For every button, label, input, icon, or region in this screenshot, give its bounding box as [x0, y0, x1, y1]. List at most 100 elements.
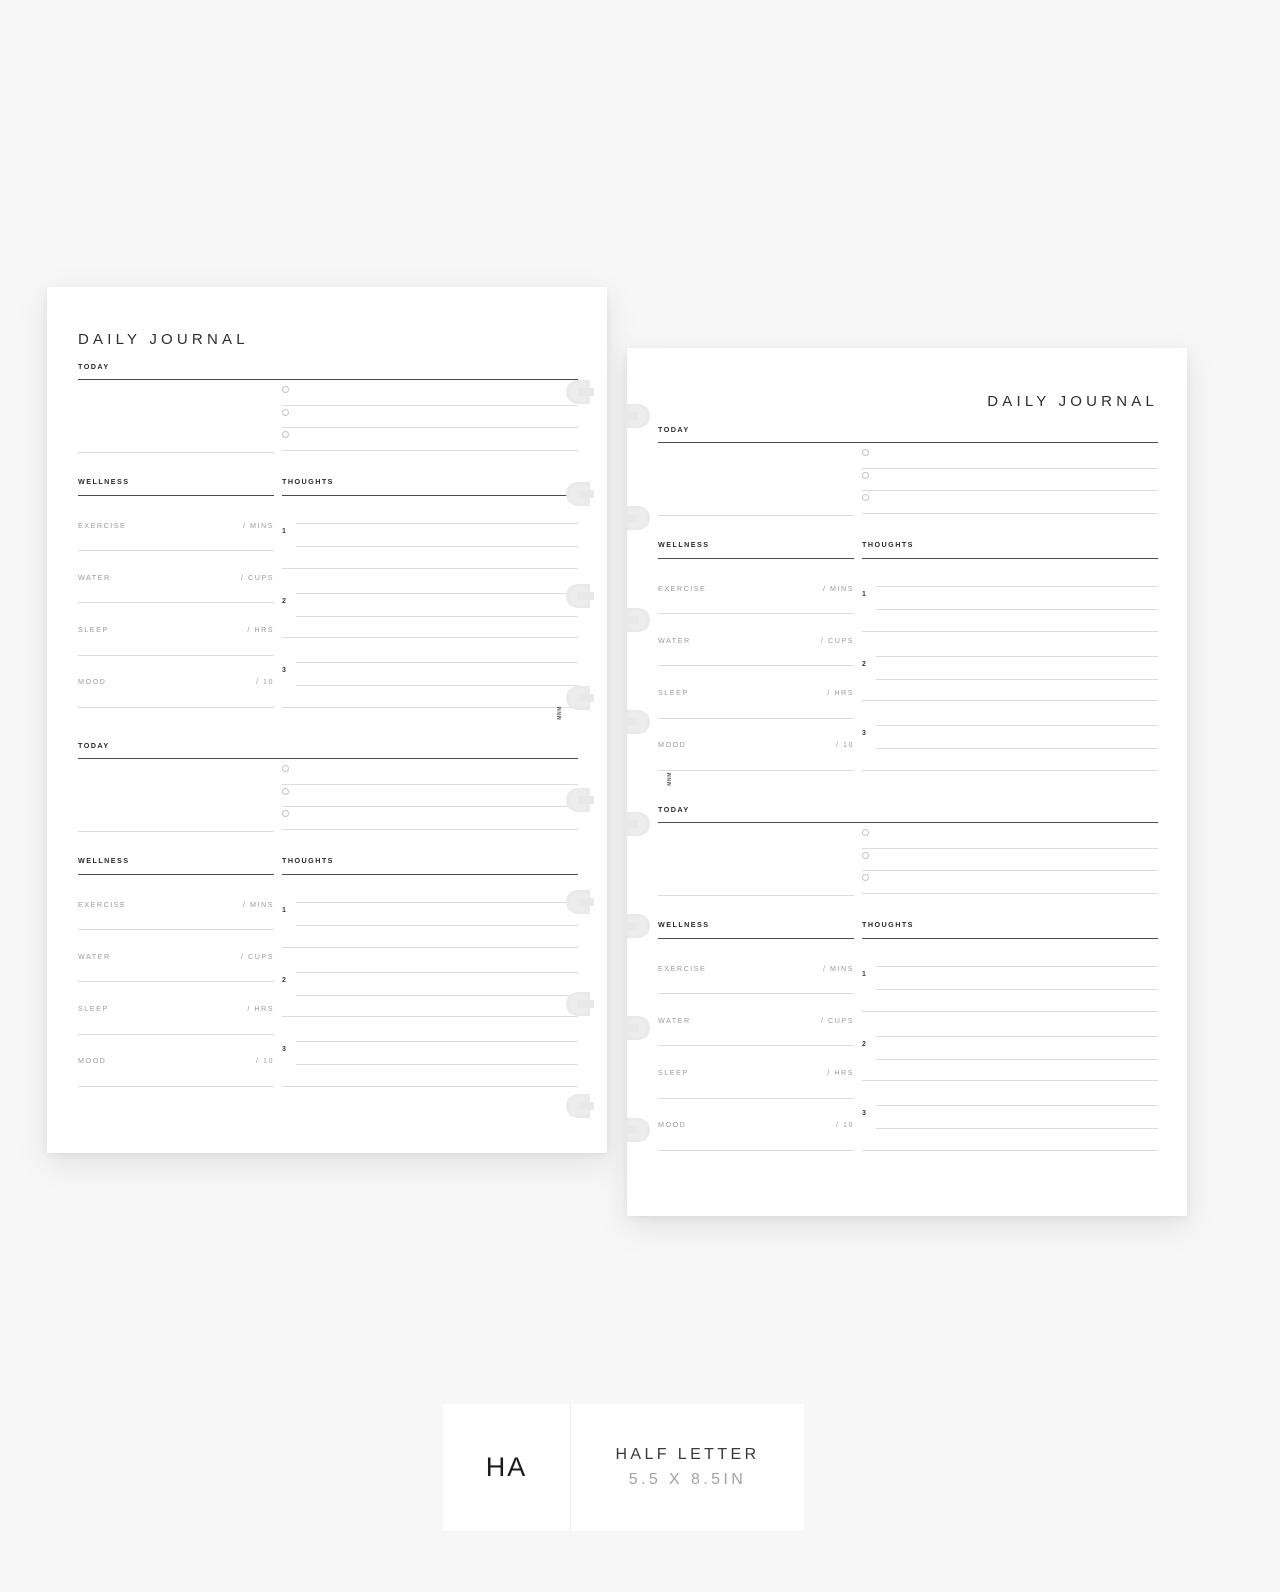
todo-list — [282, 762, 578, 832]
today-header: TODAY — [78, 742, 578, 762]
page-right: DAILY JOURNAL TODAY WELLNESS EXERCISE / … — [627, 348, 1187, 1216]
todo-item[interactable] — [282, 762, 578, 785]
metric-name: SLEEP — [78, 624, 109, 634]
thoughts-column: THOUGHTS 1 2 3 — [282, 478, 578, 708]
metric-underline — [78, 1085, 274, 1087]
todo-list — [282, 383, 578, 453]
thoughts-divider — [282, 874, 578, 875]
thought-writing-line — [296, 1064, 578, 1066]
wellness-column: WELLNESS EXERCISE / MINS WATER / CUPS SL… — [78, 857, 274, 1087]
metric-underline — [658, 1149, 854, 1151]
thoughts-divider — [862, 938, 1158, 939]
metric-name: WATER — [658, 1015, 691, 1025]
todo-item[interactable] — [862, 446, 1158, 469]
todo-item[interactable] — [282, 406, 578, 428]
metric-row-exercise[interactable]: EXERCISE / MINS — [658, 942, 854, 995]
checkbox-circle-icon[interactable] — [282, 810, 289, 817]
thought-entry[interactable]: 2 — [282, 569, 578, 639]
metric-row-water[interactable]: WATER / CUPS — [658, 994, 854, 1047]
day-block-1: TODAY WELLNESS EXERCISE / MINS WATER / C… — [78, 363, 578, 708]
metric-row-mood[interactable]: MOOD / 10 — [78, 1035, 274, 1087]
thought-number: 2 — [862, 1040, 866, 1048]
today-notes-field[interactable] — [78, 762, 274, 832]
thought-writing-line — [876, 1105, 1158, 1107]
metric-row-mood[interactable]: MOOD / 10 — [658, 719, 854, 771]
wellness-label: WELLNESS — [658, 920, 710, 929]
metric-name: MOOD — [78, 1056, 107, 1066]
metric-unit: / 10 — [256, 1056, 274, 1066]
metric-row-exercise[interactable]: EXERCISE / MINS — [78, 878, 274, 931]
metric-row-sleep[interactable]: SLEEP / HRS — [658, 1046, 854, 1099]
checkbox-circle-icon[interactable] — [862, 829, 869, 836]
metric-row-mood[interactable]: MOOD / 10 — [658, 1099, 854, 1151]
todo-item[interactable] — [862, 491, 1158, 514]
brand-mark-left: MNM — [557, 706, 563, 720]
today-notes-underline — [658, 515, 854, 516]
binding-disc — [566, 686, 596, 710]
today-divider — [78, 379, 578, 380]
today-notes-field[interactable] — [658, 826, 854, 896]
checkbox-circle-icon[interactable] — [282, 408, 289, 416]
checkbox-circle-icon[interactable] — [282, 765, 289, 772]
thought-entry[interactable]: 1 — [862, 562, 1158, 632]
todo-item[interactable] — [862, 469, 1158, 491]
todo-item[interactable] — [282, 383, 578, 406]
todo-item[interactable] — [282, 428, 578, 451]
day-block-2: TODAY WELLNESS EXERCISE / MINS WATER / C… — [658, 806, 1158, 1151]
metric-row-sleep[interactable]: SLEEP / HRS — [78, 982, 274, 1035]
today-label: TODAY — [78, 362, 110, 371]
metric-row-water[interactable]: WATER / CUPS — [658, 614, 854, 667]
metric-row-exercise[interactable]: EXERCISE / MINS — [658, 562, 854, 615]
checkbox-circle-icon[interactable] — [862, 851, 869, 859]
todo-item[interactable] — [282, 785, 578, 807]
todo-underline — [862, 512, 1158, 514]
thought-entry[interactable]: 1 — [862, 942, 1158, 1012]
metric-row-exercise[interactable]: EXERCISE / MINS — [78, 499, 274, 552]
metric-row-sleep[interactable]: SLEEP / HRS — [78, 603, 274, 656]
thought-entry[interactable]: 3 — [282, 1017, 578, 1087]
todo-item[interactable] — [862, 871, 1158, 894]
metric-row-water[interactable]: WATER / CUPS — [78, 930, 274, 983]
brand-logo-badge: HA — [443, 1404, 570, 1531]
thought-writing-line — [876, 966, 1158, 967]
binding-disc — [566, 992, 596, 1016]
metric-row-sleep[interactable]: SLEEP / HRS — [658, 666, 854, 719]
today-header: TODAY — [78, 363, 578, 383]
checkbox-circle-icon[interactable] — [282, 386, 289, 393]
thought-entry[interactable]: 3 — [282, 638, 578, 708]
wellness-divider — [78, 874, 274, 875]
checkbox-circle-icon[interactable] — [282, 787, 289, 795]
thought-entry[interactable]: 2 — [282, 948, 578, 1018]
today-divider — [78, 758, 578, 759]
binding-disc — [620, 812, 650, 836]
thought-entry[interactable]: 1 — [282, 499, 578, 569]
thought-writing-line — [296, 546, 578, 547]
thoughts-column: THOUGHTS 1 2 3 — [862, 541, 1158, 771]
today-notes-field[interactable] — [658, 446, 854, 516]
thoughts-column: THOUGHTS 1 2 3 — [862, 921, 1158, 1151]
checkbox-circle-icon[interactable] — [862, 494, 869, 501]
wellness-column: WELLNESS EXERCISE / MINS WATER / CUPS SL… — [658, 541, 854, 771]
checkbox-circle-icon[interactable] — [282, 431, 289, 438]
metric-unit: / 10 — [836, 1120, 854, 1130]
today-notes-field[interactable] — [78, 383, 274, 453]
thought-entry[interactable]: 2 — [862, 1012, 1158, 1082]
metric-row-water[interactable]: WATER / CUPS — [78, 551, 274, 604]
todo-item[interactable] — [862, 849, 1158, 871]
wellness-column: WELLNESS EXERCISE / MINS WATER / CUPS SL… — [658, 921, 854, 1151]
todo-item[interactable] — [862, 826, 1158, 849]
thoughts-label: THOUGHTS — [282, 477, 334, 486]
metric-name: SLEEP — [78, 1003, 109, 1013]
thought-entry[interactable]: 2 — [862, 632, 1158, 702]
checkbox-circle-icon[interactable] — [862, 449, 869, 456]
thought-entry[interactable]: 3 — [862, 1081, 1158, 1151]
today-body — [658, 446, 1158, 516]
metric-row-mood[interactable]: MOOD / 10 — [78, 656, 274, 708]
thought-entry[interactable]: 3 — [862, 701, 1158, 771]
checkbox-circle-icon[interactable] — [862, 874, 869, 881]
todo-item[interactable] — [282, 807, 578, 830]
thought-entry[interactable]: 1 — [282, 878, 578, 948]
wellness-label: WELLNESS — [78, 477, 130, 486]
checkbox-circle-icon[interactable] — [862, 471, 869, 479]
thought-number: 3 — [862, 730, 866, 738]
